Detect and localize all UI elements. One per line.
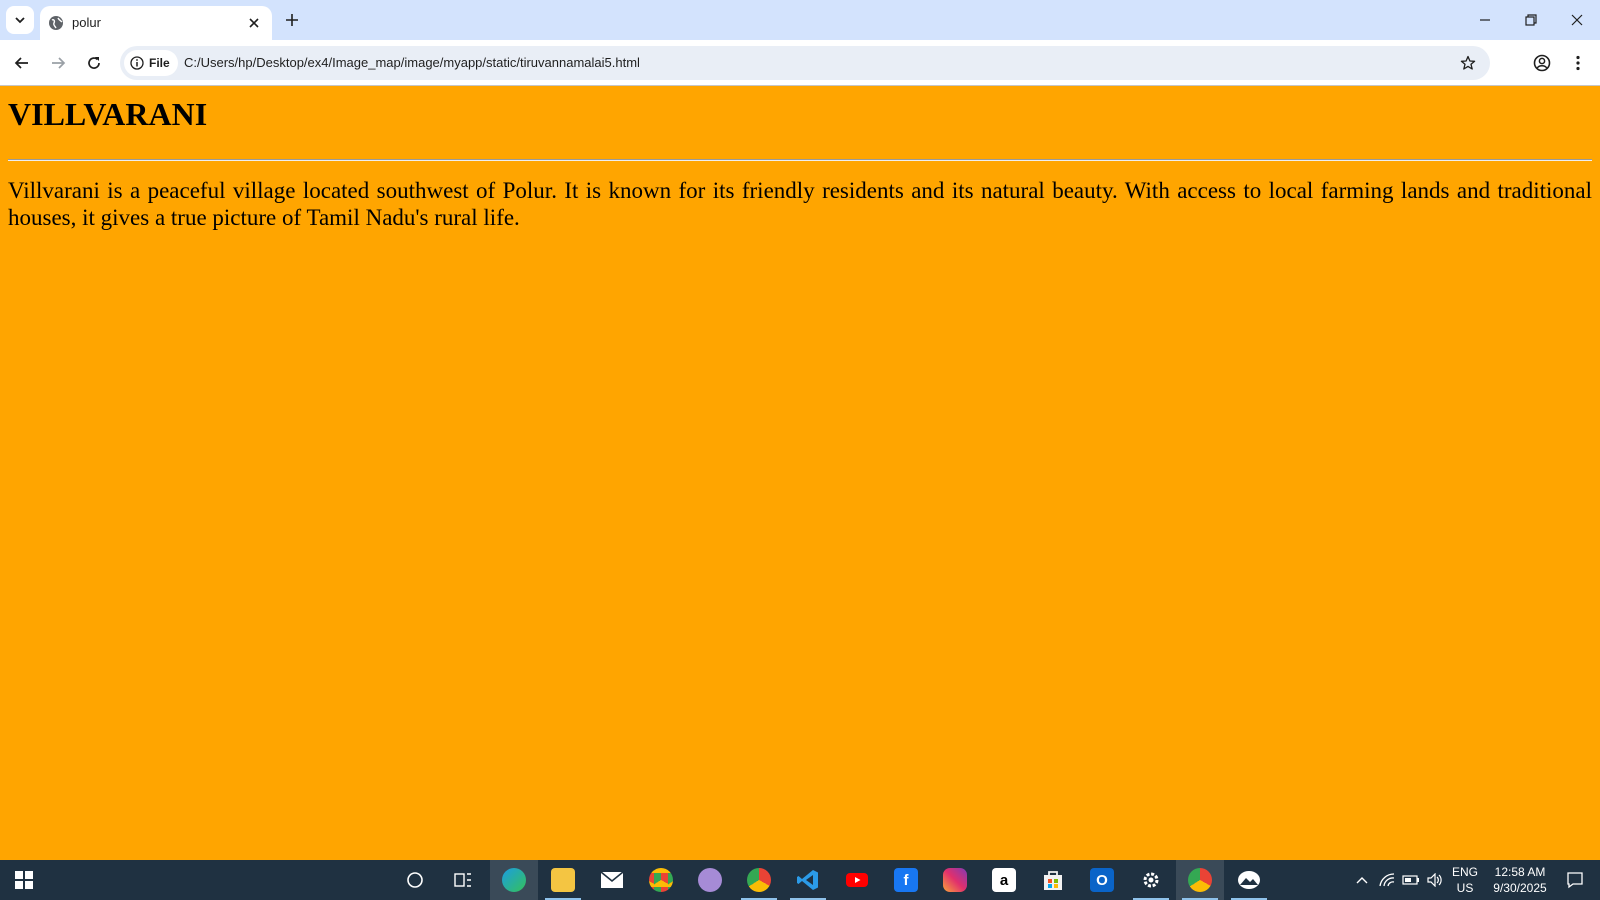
facebook-logo: f bbox=[894, 868, 918, 892]
folder-icon bbox=[551, 868, 575, 892]
chevron-down-icon bbox=[15, 17, 25, 24]
instagram-logo bbox=[943, 868, 967, 892]
account-icon bbox=[1533, 54, 1551, 72]
outlook-logo: O bbox=[1090, 868, 1114, 892]
forward-button[interactable] bbox=[44, 49, 72, 77]
battery-icon bbox=[1402, 875, 1419, 885]
info-icon bbox=[130, 56, 144, 70]
tab-title: polur bbox=[72, 15, 101, 30]
globe-icon bbox=[49, 16, 63, 30]
facebook-icon[interactable]: f bbox=[882, 860, 930, 900]
settings-icon[interactable] bbox=[1127, 860, 1175, 900]
edge-icon[interactable] bbox=[490, 860, 538, 900]
reload-icon bbox=[88, 57, 100, 69]
browser-toolbar: File C:/Users/hp/Desktop/ex4/Image_map/i… bbox=[0, 40, 1600, 86]
chrome-profile-icon[interactable] bbox=[686, 860, 734, 900]
tab-search-button[interactable] bbox=[6, 6, 34, 34]
chrome-profile-logo bbox=[698, 868, 722, 892]
task-view-button[interactable] bbox=[439, 860, 487, 900]
shopping-bag-icon bbox=[1044, 871, 1062, 890]
vscode-logo bbox=[797, 870, 818, 890]
star-icon bbox=[1460, 55, 1476, 70]
plus-icon bbox=[286, 14, 298, 26]
browser-tab[interactable]: polur bbox=[40, 6, 272, 40]
chrome-t-icon[interactable] bbox=[735, 860, 783, 900]
chrome-active-icon[interactable] bbox=[1176, 860, 1224, 900]
address-bar[interactable]: File C:/Users/hp/Desktop/ex4/Image_map/i… bbox=[120, 46, 1490, 80]
chat-bubble-icon bbox=[1567, 872, 1583, 889]
circle-search-icon bbox=[407, 872, 423, 888]
page-paragraph: Villvarani is a peaceful village located… bbox=[8, 178, 1592, 231]
start-button[interactable] bbox=[0, 860, 48, 900]
arrow-right-icon bbox=[52, 57, 66, 69]
amazon-logo: a bbox=[992, 868, 1016, 892]
close-icon bbox=[1571, 14, 1583, 26]
chrome-logo bbox=[649, 868, 673, 892]
tab-close-button[interactable] bbox=[244, 13, 264, 33]
language-code: ENG bbox=[1451, 865, 1478, 879]
notifications-button[interactable] bbox=[1558, 860, 1592, 900]
minimize-icon bbox=[1480, 19, 1490, 21]
gear-icon bbox=[1143, 872, 1159, 888]
vscode-icon[interactable] bbox=[784, 860, 832, 900]
store-icon[interactable] bbox=[1029, 860, 1077, 900]
divider bbox=[8, 159, 1592, 162]
volume-button[interactable] bbox=[1424, 860, 1446, 900]
new-tab-button[interactable] bbox=[278, 8, 306, 32]
minimize-button[interactable] bbox=[1462, 0, 1508, 40]
bookmark-button[interactable] bbox=[1456, 51, 1480, 75]
language-indicator[interactable]: ENG US bbox=[1448, 860, 1482, 900]
search-button[interactable] bbox=[391, 860, 439, 900]
back-button[interactable] bbox=[8, 49, 36, 77]
chrome-icon[interactable] bbox=[637, 860, 685, 900]
restore-button[interactable] bbox=[1508, 0, 1554, 40]
site-info-chip[interactable]: File bbox=[124, 50, 178, 76]
close-window-button[interactable] bbox=[1554, 0, 1600, 40]
photos-logo bbox=[1238, 871, 1260, 889]
file-explorer-icon[interactable] bbox=[539, 860, 587, 900]
tray-overflow-button[interactable] bbox=[1352, 860, 1372, 900]
envelope-icon bbox=[600, 871, 624, 888]
clock-time: 12:58 AM bbox=[1494, 865, 1546, 879]
close-icon bbox=[249, 18, 259, 28]
mail-icon[interactable] bbox=[588, 860, 636, 900]
windows-icon bbox=[15, 871, 33, 889]
outlook-icon[interactable]: O bbox=[1078, 860, 1126, 900]
battery-button[interactable] bbox=[1400, 860, 1422, 900]
menu-button[interactable] bbox=[1564, 49, 1592, 77]
task-view-icon bbox=[454, 873, 471, 887]
clock-date: 9/30/2025 bbox=[1493, 881, 1547, 895]
youtube-logo bbox=[846, 873, 868, 887]
page-content: VILLVARANI Villvarani is a peaceful vill… bbox=[0, 87, 1600, 860]
restore-icon bbox=[1525, 14, 1537, 26]
chevron-up-icon bbox=[1356, 877, 1368, 884]
network-button[interactable] bbox=[1376, 860, 1398, 900]
tab-strip: polur bbox=[0, 0, 1600, 40]
edge-logo bbox=[502, 868, 526, 892]
instagram-icon[interactable] bbox=[931, 860, 979, 900]
arrow-left-icon bbox=[14, 57, 28, 69]
clock[interactable]: 12:58 AM 9/30/2025 bbox=[1484, 860, 1556, 900]
taskbar: f a O ENG US 12:58 AM 9/30/2025 bbox=[0, 860, 1600, 900]
chrome-active-logo bbox=[1188, 868, 1212, 892]
wifi-icon bbox=[1379, 873, 1395, 887]
profile-button[interactable] bbox=[1528, 49, 1556, 77]
site-chip-label: File bbox=[149, 56, 170, 70]
photos-icon[interactable] bbox=[1225, 860, 1273, 900]
youtube-icon[interactable] bbox=[833, 860, 881, 900]
keyboard-region: US bbox=[1456, 881, 1474, 895]
speaker-icon bbox=[1427, 873, 1442, 887]
reload-button[interactable] bbox=[80, 49, 108, 77]
url-text[interactable]: C:/Users/hp/Desktop/ex4/Image_map/image/… bbox=[184, 55, 640, 70]
kebab-menu-icon bbox=[1576, 55, 1580, 71]
amazon-icon[interactable]: a bbox=[980, 860, 1028, 900]
chrome-t-logo bbox=[747, 868, 771, 892]
page-heading: VILLVARANI bbox=[8, 96, 208, 132]
